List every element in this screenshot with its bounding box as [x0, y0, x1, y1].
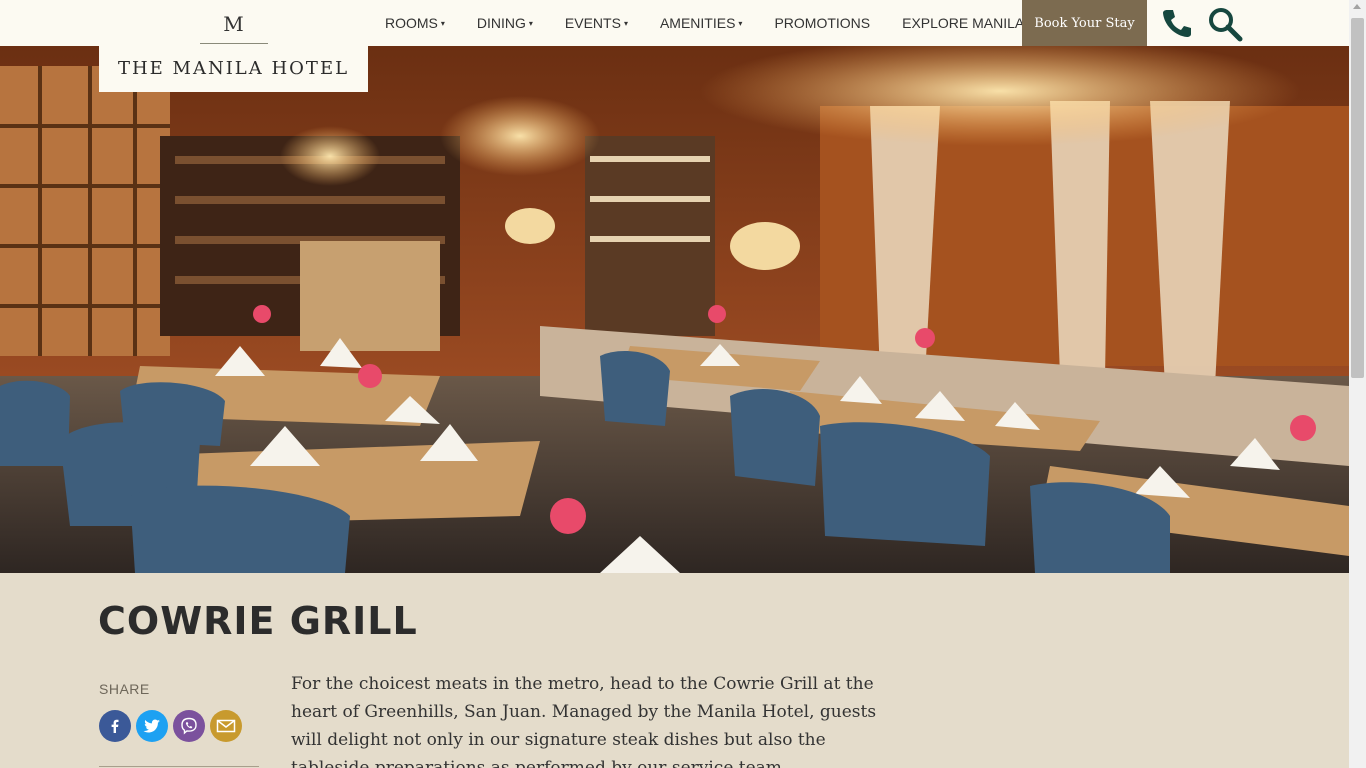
nav-item-explore-manila[interactable]: EXPLORE MANILA	[886, 15, 1040, 31]
logo-divider	[199, 43, 268, 44]
facebook-share-button[interactable]	[99, 710, 131, 742]
chevron-down-icon: ▾	[440, 18, 445, 28]
nav-label: DINING	[476, 15, 526, 31]
share-label: SHARE	[99, 681, 150, 697]
phone-icon[interactable]	[1160, 6, 1194, 40]
share-divider	[99, 766, 259, 767]
nav-label: PROMOTIONS	[774, 15, 871, 31]
nav-item-amenities[interactable]: AMENITIES ▾	[644, 15, 758, 31]
nav-label: AMENITIES	[659, 15, 736, 31]
scrollbar-thumb[interactable]	[1351, 18, 1364, 378]
email-icon	[216, 719, 236, 733]
twitter-icon	[143, 719, 160, 733]
hotel-logo[interactable]: M THE MANILA HOTEL	[99, 0, 368, 92]
nav-item-dining[interactable]: DINING ▾	[461, 15, 549, 31]
book-your-stay-button[interactable]: Book Your Stay	[1022, 0, 1147, 46]
nav-label: EXPLORE MANILA	[902, 15, 1025, 31]
restaurant-description: For the choicest meats in the metro, hea…	[291, 674, 877, 768]
email-share-button[interactable]	[210, 710, 242, 742]
nav-item-rooms[interactable]: ROOMS ▾	[369, 15, 461, 31]
viber-share-button[interactable]	[173, 710, 205, 742]
logo-wordmark: THE MANILA HOTEL	[117, 58, 350, 79]
page-scrollbar[interactable]	[1349, 0, 1366, 768]
page-title: COWRIE GRILL	[98, 599, 418, 643]
chevron-down-icon: ▾	[528, 18, 533, 28]
search-icon[interactable]	[1207, 6, 1243, 42]
nav-label: ROOMS	[385, 15, 438, 31]
facebook-icon	[111, 719, 119, 733]
main-nav: ROOMS ▾ DINING ▾ EVENTS ▾ AMENITIES ▾ PROMOT…	[369, 0, 1040, 46]
twitter-share-button[interactable]	[136, 710, 168, 742]
share-buttons	[99, 710, 242, 742]
chevron-down-icon: ▾	[738, 18, 743, 28]
logo-monogram: M	[223, 12, 244, 36]
restaurant-hero-image	[0, 46, 1349, 573]
restaurant-interior-illustration	[0, 46, 1349, 573]
nav-label: EVENTS	[564, 15, 621, 31]
chevron-down-icon: ▾	[623, 18, 628, 28]
nav-item-events[interactable]: EVENTS ▾	[549, 15, 644, 31]
viber-icon	[181, 717, 197, 735]
page-content: COWRIE GRILL SHARE For the choicest meat…	[0, 573, 1349, 768]
nav-item-promotions[interactable]: PROMOTIONS	[758, 15, 886, 31]
scroll-up-arrow-icon[interactable]	[1353, 4, 1361, 9]
